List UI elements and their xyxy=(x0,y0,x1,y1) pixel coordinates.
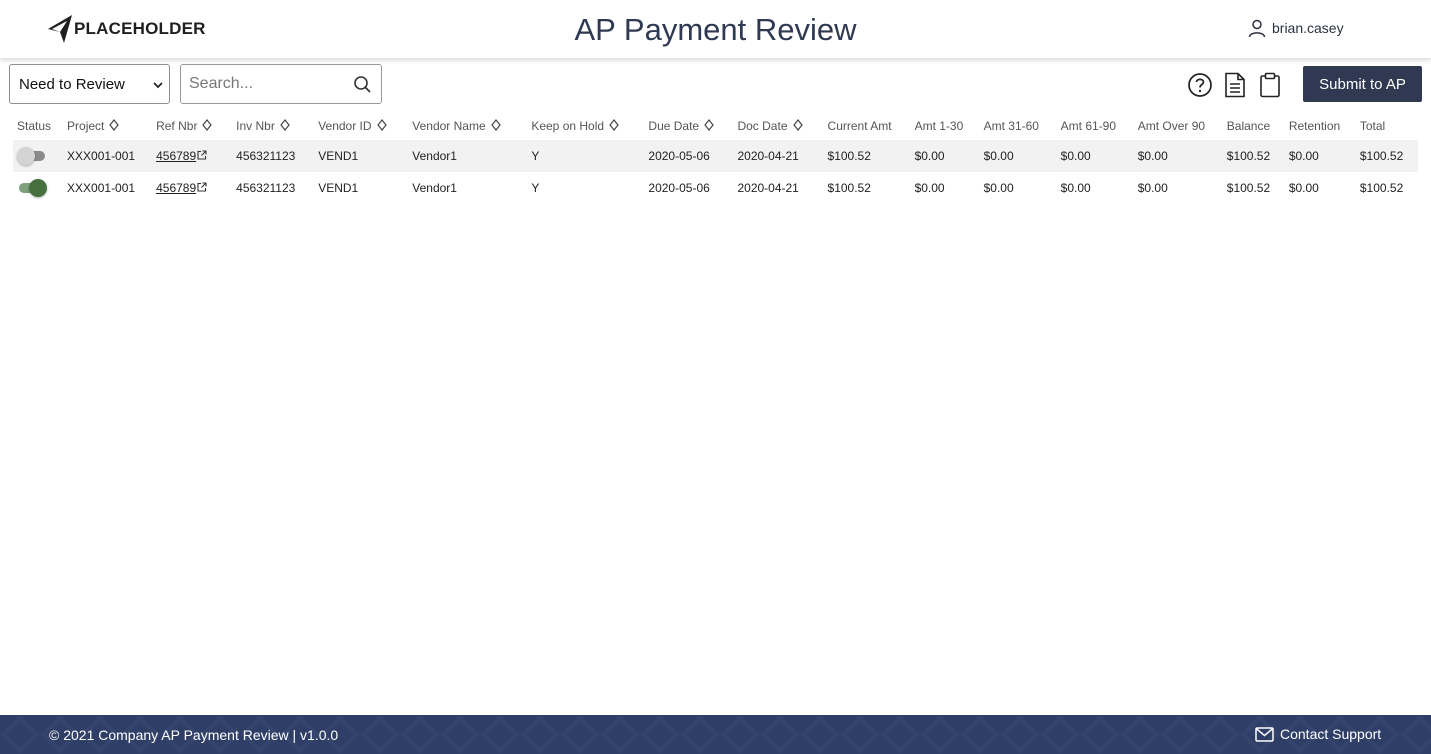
column-header-due-date[interactable]: Due Date xyxy=(644,112,733,140)
column-header-total: Total xyxy=(1359,119,1386,133)
contact-support-label: Contact Support xyxy=(1280,726,1382,742)
document-icon xyxy=(1225,72,1245,98)
total-cell: $100.52 xyxy=(1355,140,1418,172)
help-icon xyxy=(1188,73,1212,97)
search-box xyxy=(180,64,382,104)
footer-copyright: © 2021 Company AP Payment Review | v1.0.… xyxy=(49,727,339,743)
submit-to-ap-button[interactable]: Submit to AP xyxy=(1303,66,1422,102)
contact-support-link[interactable]: Contact Support xyxy=(1255,726,1381,742)
search-input[interactable] xyxy=(181,65,351,103)
amt-1-30-cell: $0.00 xyxy=(910,140,980,172)
ref-nbr-cell: 456789 xyxy=(152,140,233,172)
help-button[interactable] xyxy=(1187,72,1213,98)
search-icon[interactable] xyxy=(353,75,372,94)
app-header: PLACEHOLDER AP Payment Review brian.case… xyxy=(0,0,1431,59)
column-header-status: Status xyxy=(17,119,52,133)
amt-61-90-cell: $0.00 xyxy=(1060,181,1091,195)
amt-31-60-cell: $0.00 xyxy=(983,181,1014,195)
retention-cell: $0.00 xyxy=(1288,181,1319,195)
sort-icon[interactable] xyxy=(280,119,290,131)
sort-icon[interactable] xyxy=(704,119,714,131)
vendor-id-cell: VEND1 xyxy=(314,140,409,172)
clipboard-button[interactable] xyxy=(1257,72,1283,98)
current-amt-cell: $100.52 xyxy=(827,181,871,195)
doc-date-cell: 2020-04-21 xyxy=(733,140,824,172)
column-header-current-amt: Current Amt xyxy=(827,119,892,133)
column-header-amt-over-90: Amt Over 90 xyxy=(1137,119,1206,133)
column-header-vendor-id[interactable]: Vendor ID xyxy=(314,112,408,140)
ref-nbr-link[interactable]: 456789 xyxy=(156,149,196,163)
column-header-project[interactable]: Project xyxy=(63,112,152,140)
column-header-amt-61-90: Amt 61-90 xyxy=(1060,119,1117,133)
column-header-inv-nbr[interactable]: Inv Nbr xyxy=(232,112,314,140)
total-cell: $100.52 xyxy=(1359,181,1404,195)
column-header-balance: Balance xyxy=(1226,119,1271,133)
inv-nbr-cell: 456321123 xyxy=(236,181,296,195)
sort-icon[interactable] xyxy=(202,119,213,131)
mail-icon xyxy=(1255,726,1274,742)
payment-table: Status Project Ref Nbr Inv Nbr Vendor ID… xyxy=(13,112,1418,204)
column-header-doc-date[interactable]: Doc Date xyxy=(733,112,823,140)
app-footer: © 2021 Company AP Payment Review | v1.0.… xyxy=(0,715,1431,754)
status-cell xyxy=(13,140,64,172)
keep-on-hold-cell: Y xyxy=(531,181,540,195)
filter-selected-value: Need to Review xyxy=(19,75,125,93)
sort-icon[interactable] xyxy=(109,119,120,131)
ref-nbr-link[interactable]: 456789 xyxy=(156,181,196,195)
column-header-retention: Retention xyxy=(1288,119,1341,133)
review-filter-select[interactable]: Need to Review xyxy=(9,64,170,104)
sort-icon[interactable] xyxy=(376,119,387,131)
table-row: XXX001-001 456789 456321123 VEND1 Vendor… xyxy=(13,172,1418,204)
balance-cell: $100.52 xyxy=(1226,181,1271,195)
document-button[interactable] xyxy=(1222,72,1248,98)
amt-over-90-cell: $0.00 xyxy=(1137,181,1168,195)
current-amt-cell: $100.52 xyxy=(823,140,911,172)
due-date-cell: 2020-05-06 xyxy=(648,181,710,195)
column-header-ref-nbr[interactable]: Ref Nbr xyxy=(152,112,232,140)
amt-31-60-cell: $0.00 xyxy=(979,140,1057,172)
table-row: XXX001-001 456789 456321123 VEND1 Vendor… xyxy=(13,140,1418,172)
vendor-id-cell: VEND1 xyxy=(318,181,359,195)
keep-on-hold-cell: Y xyxy=(527,140,645,172)
doc-date-cell: 2020-04-21 xyxy=(737,181,799,195)
column-header-keep-on-hold[interactable]: Keep on Hold xyxy=(527,112,644,140)
vendor-name-cell: Vendor1 xyxy=(412,181,457,195)
table-header-row: Status Project Ref Nbr Inv Nbr Vendor ID… xyxy=(13,112,1418,140)
user-menu[interactable]: brian.casey xyxy=(1247,18,1344,38)
sort-icon[interactable] xyxy=(609,119,619,131)
project-cell: XXX001-001 xyxy=(67,181,136,195)
sort-icon[interactable] xyxy=(792,119,803,131)
column-header-amt-31-60: Amt 31-60 xyxy=(983,119,1039,133)
chevron-down-icon xyxy=(153,82,163,89)
status-toggle[interactable] xyxy=(17,146,47,166)
retention-cell: $0.00 xyxy=(1284,140,1356,172)
user-icon xyxy=(1248,19,1266,38)
external-link-icon[interactable] xyxy=(197,150,207,160)
status-toggle[interactable] xyxy=(17,178,47,198)
vendor-name-cell: Vendor1 xyxy=(408,140,528,172)
status-cell xyxy=(13,172,63,204)
balance-cell: $100.52 xyxy=(1222,140,1285,172)
ref-nbr-cell: 456789 xyxy=(152,172,232,204)
column-header-vendor-name[interactable]: Vendor Name xyxy=(408,112,527,140)
sort-icon[interactable] xyxy=(490,119,501,131)
due-date-cell: 2020-05-06 xyxy=(644,140,734,172)
external-link-icon[interactable] xyxy=(197,182,207,192)
page-title: AP Payment Review xyxy=(574,12,857,47)
username: brian.casey xyxy=(1272,20,1344,36)
amt-1-30-cell: $0.00 xyxy=(914,181,945,195)
project-cell: XXX001-001 xyxy=(63,140,153,172)
column-header-amt-1-30: Amt 1-30 xyxy=(914,119,964,133)
amt-61-90-cell: $0.00 xyxy=(1056,140,1134,172)
amt-over-90-cell: $0.00 xyxy=(1133,140,1223,172)
inv-nbr-cell: 456321123 xyxy=(232,140,315,172)
clipboard-icon xyxy=(1260,72,1280,98)
